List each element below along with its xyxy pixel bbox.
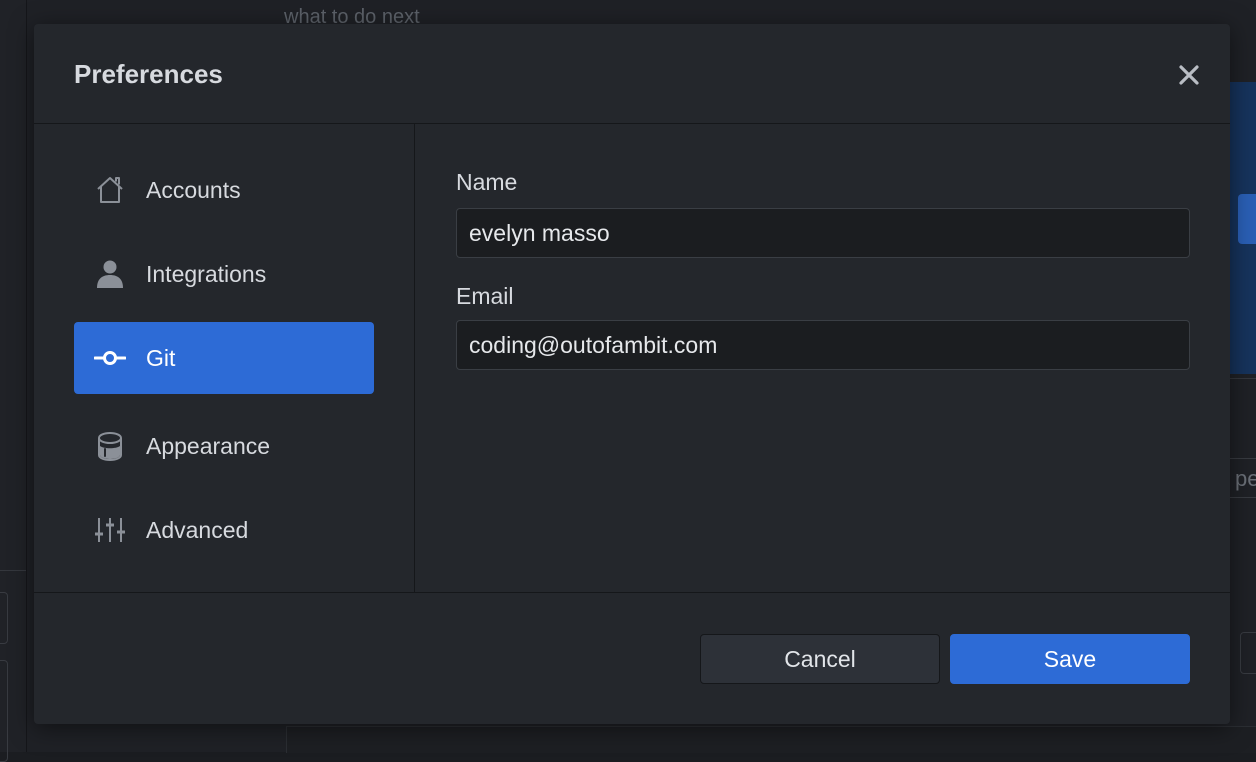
settings-sliders-icon (74, 494, 146, 566)
background-left-control (0, 592, 8, 644)
home-icon (74, 154, 146, 226)
background-divider-right (1230, 378, 1256, 379)
cancel-button[interactable]: Cancel (700, 634, 940, 684)
name-label: Name (456, 169, 518, 195)
background-blue-button (1238, 194, 1256, 244)
sidebar-item-appearance[interactable]: Appearance (74, 410, 374, 482)
sidebar-item-label: Appearance (146, 433, 271, 459)
email-label: Email (456, 283, 514, 309)
save-button[interactable]: Save (950, 634, 1190, 684)
paintcan-icon (74, 410, 146, 482)
sidebar-item-git[interactable]: Git (74, 322, 374, 394)
email-input[interactable] (456, 320, 1190, 370)
background-left-control-2 (0, 660, 8, 762)
background-bottom-bar (286, 726, 1256, 753)
git-settings-panel: Name Email (415, 124, 1230, 592)
dialog-title: Preferences (74, 59, 223, 89)
background-right-control: pe (1226, 458, 1256, 498)
sidebar-item-label: Advanced (146, 517, 249, 543)
sidebar-item-accounts[interactable]: Accounts (74, 154, 374, 226)
preferences-dialog: Preferences Accounts Integrations Git Ap… (34, 24, 1230, 724)
close-icon (1179, 65, 1199, 85)
close-button[interactable] (1172, 58, 1206, 92)
name-input[interactable] (456, 208, 1190, 258)
sidebar-item-label: Accounts (146, 177, 241, 203)
preferences-sidebar: Accounts Integrations Git Appearance Adv… (34, 124, 415, 592)
dialog-header: Preferences (34, 24, 1230, 124)
dialog-body: Accounts Integrations Git Appearance Adv… (34, 124, 1230, 593)
sidebar-item-label: Git (146, 345, 176, 371)
background-divider (0, 570, 26, 571)
sidebar-item-integrations[interactable]: Integrations (74, 238, 374, 310)
dialog-footer: Cancel Save (34, 593, 1230, 724)
background-right-control-2 (1240, 632, 1256, 674)
person-icon (74, 238, 146, 310)
sidebar-item-label: Integrations (146, 261, 267, 287)
git-commit-icon (74, 322, 146, 394)
sidebar-item-advanced[interactable]: Advanced (74, 494, 374, 566)
